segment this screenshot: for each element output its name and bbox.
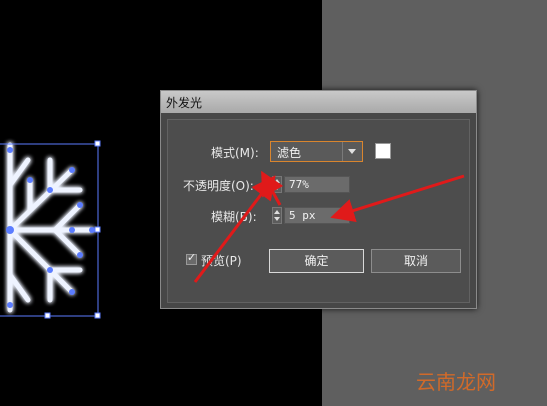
mode-select[interactable]: 滤色 bbox=[270, 141, 363, 162]
opacity-field[interactable]: 77% bbox=[284, 176, 350, 193]
spin-down-icon[interactable] bbox=[274, 186, 280, 190]
blur-field[interactable]: 5 px bbox=[284, 207, 350, 224]
dialog-titlebar[interactable]: 外发光 bbox=[161, 91, 476, 113]
chevron-down-icon[interactable] bbox=[342, 142, 362, 161]
ok-button[interactable]: 确定 bbox=[269, 249, 364, 273]
mode-value: 滤色 bbox=[277, 146, 302, 160]
spin-down-icon[interactable] bbox=[274, 217, 280, 221]
blur-stepper[interactable] bbox=[272, 207, 282, 224]
glow-color-swatch[interactable] bbox=[375, 143, 391, 159]
opacity-label: 不透明度(O): bbox=[183, 179, 254, 193]
preview-checkbox[interactable]: ✓ bbox=[186, 251, 197, 265]
dialog-panel: 模式(M): 滤色 不透明度(O): 77% 模糊(B): 5 px ✓ 预览(… bbox=[167, 119, 470, 303]
opacity-stepper[interactable] bbox=[272, 176, 282, 193]
spin-up-icon[interactable] bbox=[274, 179, 280, 183]
mode-label: 模式(M): bbox=[211, 146, 259, 160]
watermark-text: 云南龙网 bbox=[416, 370, 496, 394]
blur-label: 模糊(B): bbox=[211, 210, 257, 224]
spin-up-icon[interactable] bbox=[274, 210, 280, 214]
outer-glow-dialog: 外发光 模式(M): 滤色 不透明度(O): 77% 模糊(B): 5 px ✓… bbox=[160, 90, 477, 309]
preview-label[interactable]: 预览(P) bbox=[201, 252, 242, 269]
cancel-button[interactable]: 取消 bbox=[371, 249, 461, 273]
dialog-title: 外发光 bbox=[166, 96, 203, 110]
checkmark-icon: ✓ bbox=[187, 251, 197, 264]
